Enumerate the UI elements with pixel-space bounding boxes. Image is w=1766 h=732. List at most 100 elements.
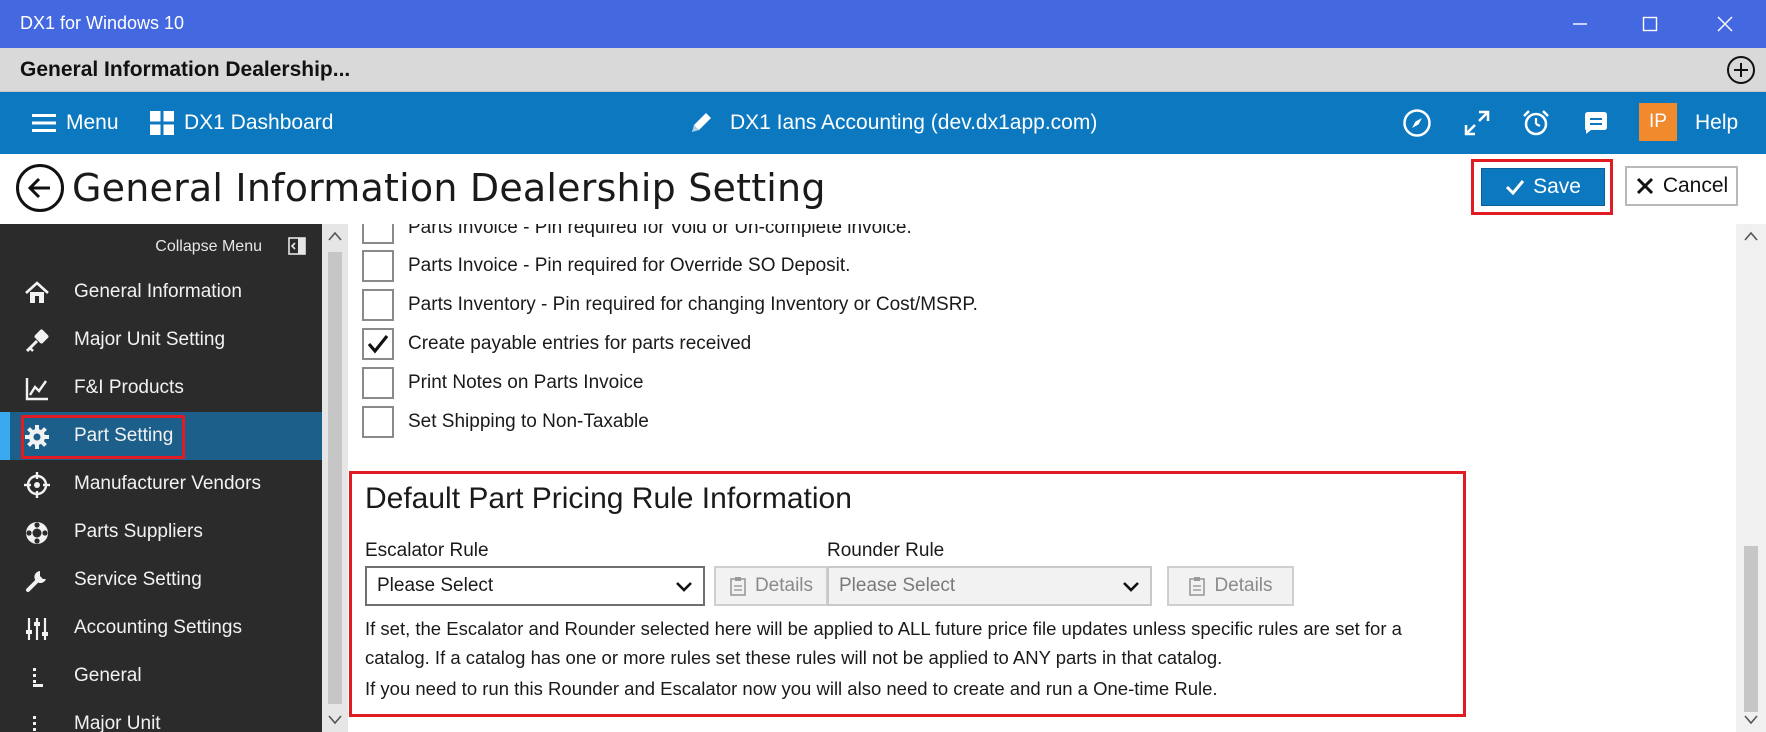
maximize-button[interactable] — [1615, 0, 1685, 48]
dashboard-button[interactable]: DX1 Dashboard — [150, 92, 333, 154]
navigate-button[interactable] — [1399, 105, 1435, 141]
sidebar-item-label: General — [74, 665, 142, 686]
checkbox-row[interactable]: Parts Invoice - Pin required for Void or… — [362, 224, 912, 246]
avatar-initials: IP — [1649, 111, 1667, 132]
checkbox-row[interactable]: Parts Inventory - Pin required for chang… — [362, 287, 978, 323]
hamburger-icon — [32, 114, 56, 132]
save-button[interactable]: Save — [1481, 168, 1605, 206]
sidebar: Collapse Menu General Information Major … — [0, 224, 322, 732]
checkbox[interactable] — [362, 367, 394, 399]
crosshair-icon — [24, 472, 50, 498]
sidebar-item-label: Parts Suppliers — [74, 521, 203, 542]
details-label: Details — [1214, 575, 1273, 596]
checkbox-label: Create payable entries for parts receive… — [408, 333, 752, 354]
sidebar-item-label: Major Unit Setting — [74, 329, 226, 350]
cancel-button[interactable]: Cancel — [1625, 166, 1738, 206]
sidebar-item-service-setting[interactable]: Service Setting — [0, 556, 322, 604]
sidebar-item-general-information[interactable]: General Information — [0, 268, 322, 316]
checkbox[interactable] — [362, 250, 394, 282]
home-icon — [24, 280, 50, 306]
tab-header: General Information Dealership... — [0, 48, 1766, 92]
dashboard-grid-icon — [150, 111, 174, 135]
messages-button[interactable] — [1578, 105, 1614, 141]
user-avatar[interactable]: IP — [1639, 103, 1677, 141]
sidebar-item-label: Accounting Settings — [74, 617, 242, 638]
checkbox-row[interactable]: Create payable entries for parts receive… — [362, 326, 751, 362]
save-label: Save — [1533, 175, 1581, 198]
account-switcher[interactable]: DX1 Ians Accounting (dev.dx1app.com) — [688, 92, 1097, 154]
checkbox[interactable] — [362, 289, 394, 321]
checkbox-row[interactable]: Set Shipping to Non-Taxable — [362, 404, 649, 440]
checkbox-checked[interactable] — [362, 328, 394, 360]
rounder-details-button[interactable]: Details — [1167, 566, 1294, 606]
scroll-up-icon[interactable] — [1744, 230, 1758, 242]
help-link[interactable]: Help — [1695, 92, 1738, 154]
checkbox-label: Parts Invoice - Pin required for Overrid… — [408, 255, 851, 276]
back-button[interactable] — [16, 164, 64, 212]
sidebar-scroll-thumb[interactable] — [328, 252, 342, 704]
chat-bubble-icon — [1585, 112, 1607, 134]
checkmark-icon — [1506, 180, 1525, 196]
content-scroll-thumb[interactable] — [1744, 546, 1758, 712]
sidebar-item-major-unit-setting[interactable]: Major Unit Setting — [0, 316, 322, 364]
tab-title[interactable]: General Information Dealership... — [20, 58, 350, 82]
scroll-down-icon[interactable] — [1744, 714, 1758, 726]
sidebar-item-label: Major Unit — [74, 713, 161, 732]
rounder-rule-label: Rounder Rule — [827, 540, 945, 561]
lifebuoy-icon — [24, 520, 50, 546]
clipboard-icon — [730, 577, 746, 596]
rounder-rule-select[interactable]: Please Select — [827, 566, 1152, 606]
close-x-icon — [1636, 177, 1653, 195]
wrench-icon — [24, 568, 50, 594]
sub-item-icon — [24, 712, 50, 732]
add-tab-button[interactable] — [1726, 55, 1756, 85]
escalator-details-button[interactable]: Details — [714, 566, 828, 606]
minimize-button[interactable] — [1545, 0, 1615, 48]
sidebar-item-accounting-settings[interactable]: Accounting Settings — [0, 604, 322, 652]
cancel-label: Cancel — [1662, 174, 1729, 197]
checkbox-row[interactable]: Parts Invoice - Pin required for Overrid… — [362, 248, 850, 284]
sidebar-item-parts-suppliers[interactable]: Parts Suppliers — [0, 508, 322, 556]
sidebar-item-general[interactable]: General — [0, 652, 322, 700]
menu-label: Menu — [66, 111, 119, 134]
sidebar-scrollbar[interactable] — [322, 224, 348, 732]
scroll-up-icon[interactable] — [328, 230, 342, 242]
clipboard-icon — [1189, 577, 1206, 596]
checkbox-label: Parts Inventory - Pin required for chang… — [408, 294, 978, 315]
section-title: Default Part Pricing Rule Information — [365, 482, 852, 515]
collapse-menu-button[interactable]: Collapse Menu — [0, 224, 322, 268]
pricing-note-onetime: If you need to run this Rounder and Esca… — [365, 678, 1218, 699]
collapse-menu-label: Collapse Menu — [155, 238, 262, 255]
sidebar-item-label: Manufacturer Vendors — [74, 473, 261, 494]
content-scrollbar[interactable] — [1736, 224, 1766, 732]
checkbox-row[interactable]: Print Notes on Parts Invoice — [362, 365, 644, 401]
rounder-rule-value: Please Select — [839, 575, 956, 596]
account-label: DX1 Ians Accounting (dev.dx1app.com) — [730, 111, 1098, 134]
chevron-down-icon — [676, 582, 692, 592]
escalator-rule-value: Please Select — [377, 575, 494, 596]
escalator-rule-label: Escalator Rule — [365, 540, 489, 561]
settings-content: Parts Invoice - Pin required for Void or… — [348, 224, 1736, 732]
escalator-rule-select[interactable]: Please Select — [365, 566, 705, 606]
details-label: Details — [754, 575, 814, 596]
menu-button[interactable]: Menu — [32, 92, 119, 154]
reminders-button[interactable] — [1518, 105, 1554, 141]
app-toolbar: Menu DX1 Dashboard DX1 Ians Accounting (… — [0, 92, 1766, 154]
close-button[interactable] — [1690, 0, 1760, 48]
sidebar-item-fi-products[interactable]: F&I Products — [0, 364, 322, 412]
alarm-clock-icon — [1523, 110, 1549, 136]
arrow-left-icon — [27, 177, 50, 199]
sidebar-item-manufacturer-vendors[interactable]: Manufacturer Vendors — [0, 460, 322, 508]
sidebar-item-part-setting[interactable]: Part Setting — [0, 412, 322, 460]
page-header: General Information Dealership Setting S… — [0, 154, 1766, 224]
key-icon — [24, 328, 50, 354]
scroll-down-icon[interactable] — [328, 714, 342, 726]
checkbox[interactable] — [362, 406, 394, 438]
fullscreen-button[interactable] — [1459, 105, 1495, 141]
sub-item-icon — [24, 664, 50, 690]
checkbox[interactable] — [362, 224, 394, 244]
add-circle-icon — [1727, 56, 1755, 84]
sidebar-item-label: F&I Products — [74, 377, 184, 398]
checkbox-label: Print Notes on Parts Invoice — [408, 372, 644, 393]
sidebar-item-major-unit[interactable]: Major Unit — [0, 700, 322, 732]
